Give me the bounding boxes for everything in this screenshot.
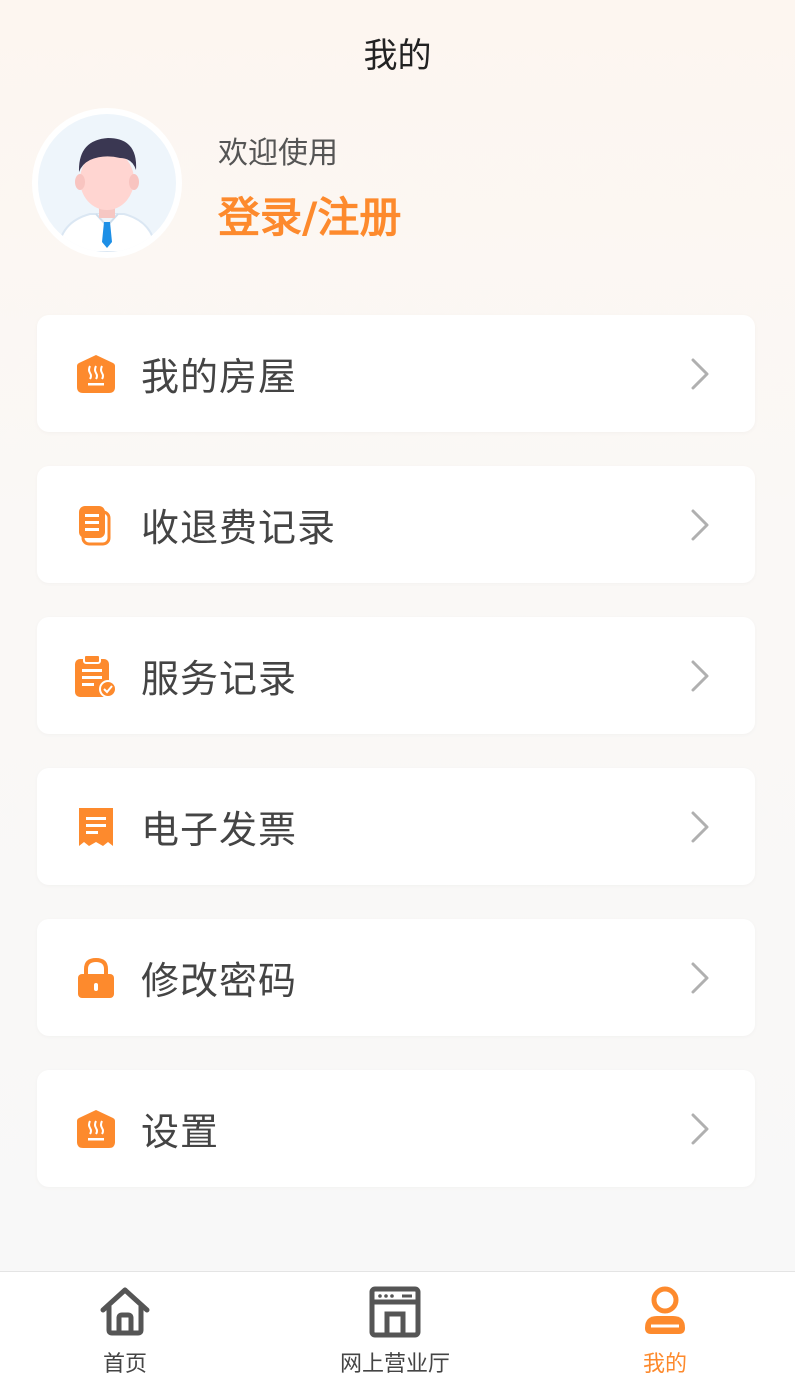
receipt-list-icon <box>79 506 111 546</box>
avatar-image <box>38 114 176 252</box>
lock-icon <box>78 957 114 998</box>
store-icon <box>369 1286 421 1338</box>
login-register-link[interactable]: 登录/注册 <box>218 184 401 245</box>
menu-item-change-password[interactable]: 修改密码 <box>37 919 755 1036</box>
invoice-icon <box>79 808 113 846</box>
tab-label: 我的 <box>642 1352 687 1374</box>
menu-item-service-records[interactable]: 服务记录 <box>37 617 755 734</box>
chevron-right-icon <box>691 962 709 994</box>
menu-item-label: 设置 <box>141 1110 220 1154</box>
chevron-right-icon <box>691 811 709 843</box>
menu-item-label: 服务记录 <box>141 657 298 701</box>
menu-item-payment-records[interactable]: 收退费记录 <box>37 466 755 583</box>
menu-item-label: 收退费记录 <box>141 506 337 550</box>
chevron-right-icon <box>691 1113 709 1145</box>
welcome-text: 欢迎使用 <box>218 136 338 171</box>
page-header: 我的 <box>0 0 795 104</box>
chevron-right-icon <box>691 509 709 541</box>
menu-list: 我的房屋 收退费记录 服务记录 电子发票 修改密码 设置 <box>37 315 755 1221</box>
tab-online-hall[interactable]: 网上营业厅 <box>295 1272 495 1374</box>
menu-item-label: 修改密码 <box>141 959 298 1003</box>
user-icon <box>645 1286 685 1334</box>
tab-label: 首页 <box>102 1352 147 1374</box>
menu-item-label: 电子发票 <box>141 808 298 852</box>
tab-home[interactable]: 首页 <box>25 1272 225 1374</box>
profile-section: 欢迎使用 登录/注册 <box>32 108 772 258</box>
menu-item-e-invoice[interactable]: 电子发票 <box>37 768 755 885</box>
chevron-right-icon <box>691 358 709 390</box>
house-icon <box>77 1110 115 1148</box>
bottom-tab-bar: 首页 网上营业厅 我的 <box>0 1271 795 1374</box>
house-icon <box>77 355 115 393</box>
user-avatar-icon <box>56 138 158 252</box>
menu-item-settings[interactable]: 设置 <box>37 1070 755 1187</box>
avatar[interactable] <box>32 108 182 258</box>
page-title: 我的 <box>363 35 432 76</box>
menu-item-label: 我的房屋 <box>141 355 298 399</box>
home-icon <box>100 1287 150 1336</box>
chevron-right-icon <box>691 660 709 692</box>
tab-mine[interactable]: 我的 <box>565 1272 765 1374</box>
clipboard-check-icon <box>75 655 117 697</box>
menu-item-my-house[interactable]: 我的房屋 <box>37 315 755 432</box>
tab-label: 网上营业厅 <box>339 1352 450 1374</box>
